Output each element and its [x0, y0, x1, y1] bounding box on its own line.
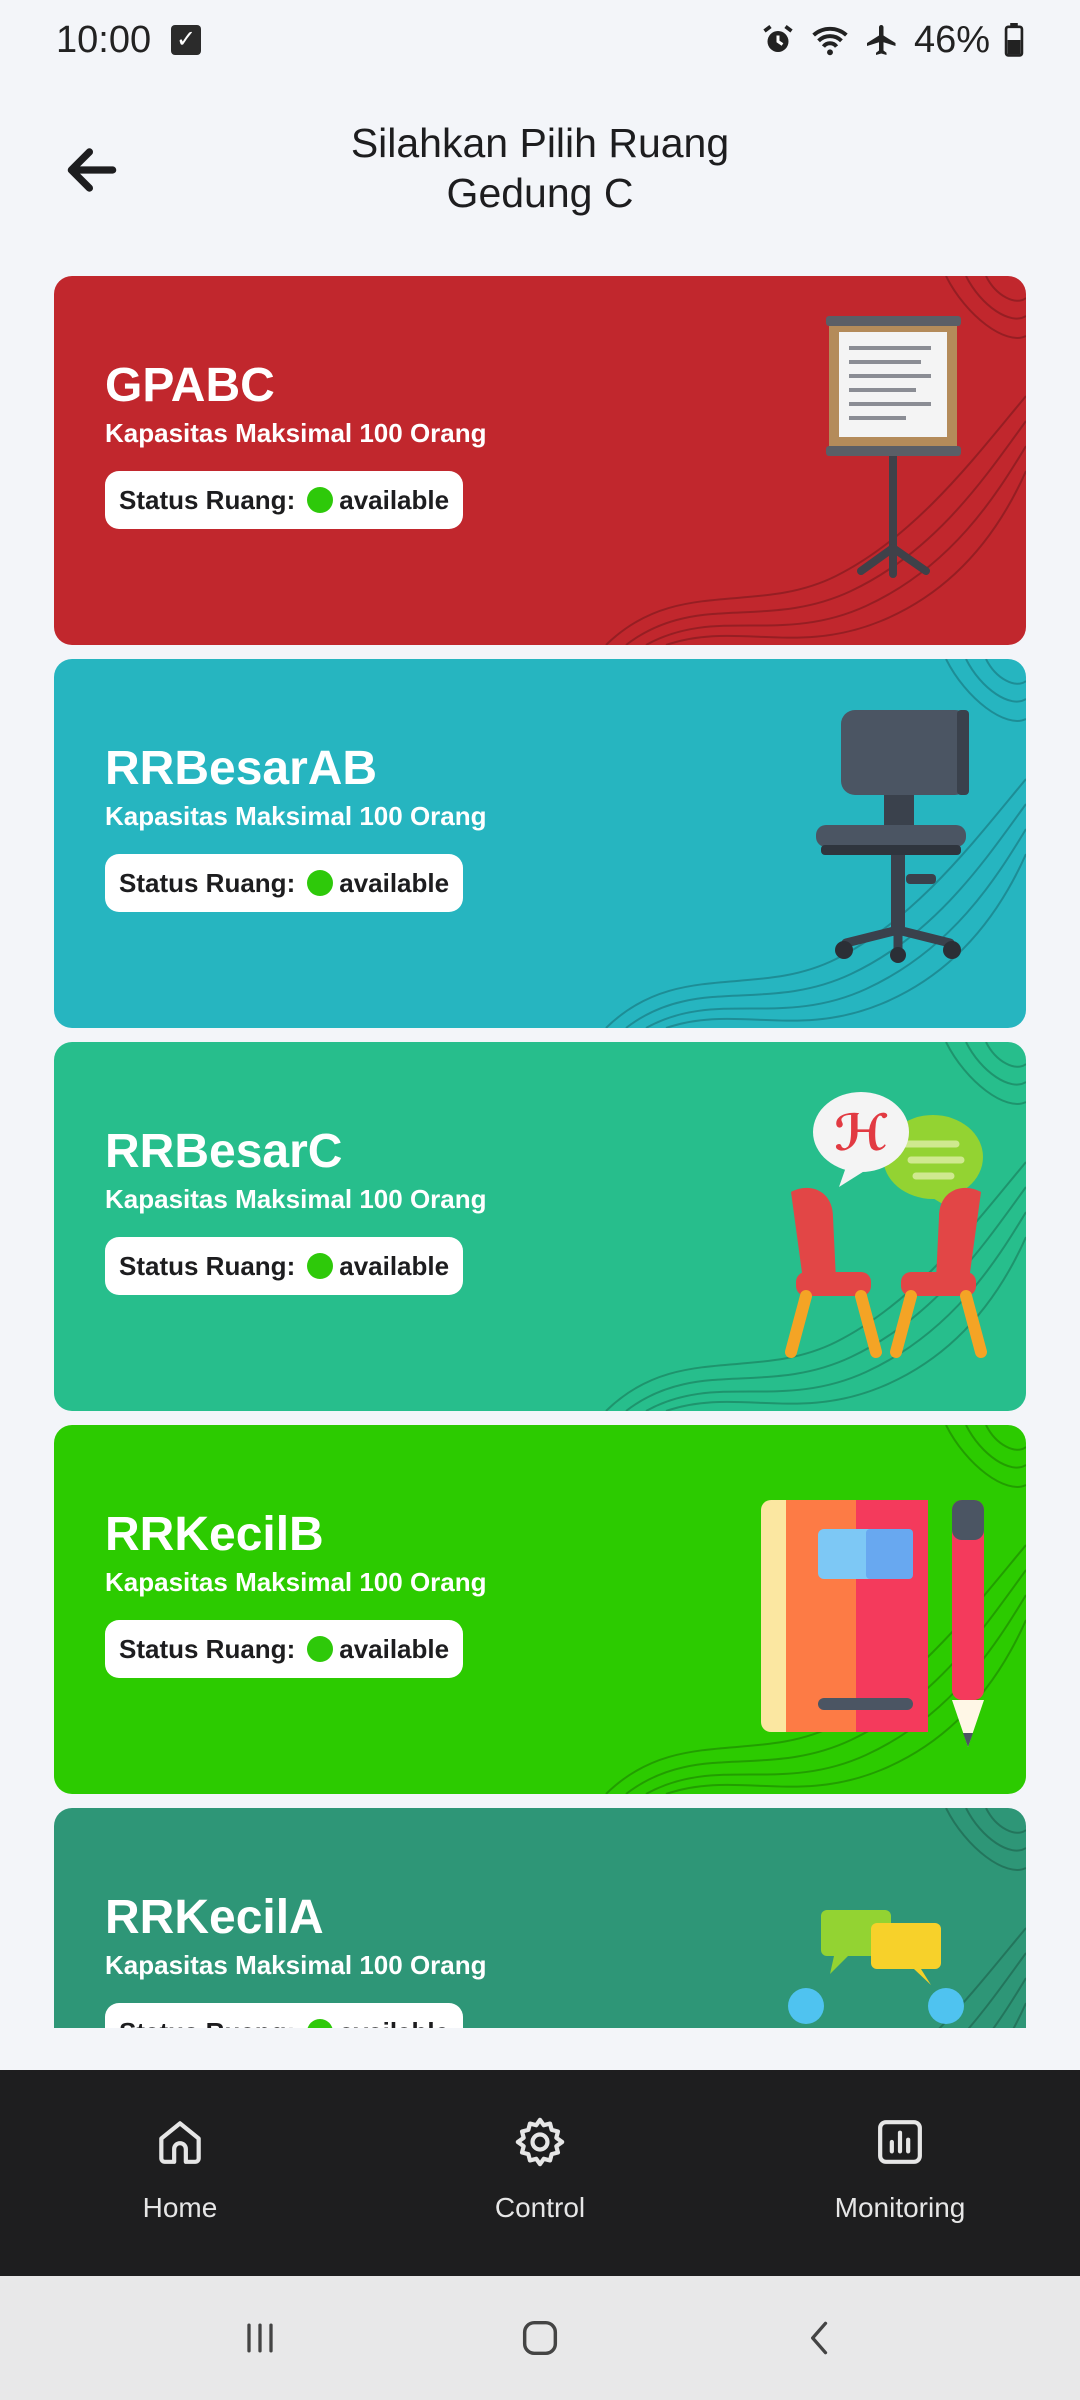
- header: Silahkan Pilih Ruang Gedung C: [0, 110, 1080, 230]
- battery-percent: 46%: [913, 18, 990, 61]
- room-capacity: Kapasitas Maksimal 100 Orang: [105, 1184, 487, 1214]
- svg-text:ℋ: ℋ: [834, 1104, 888, 1162]
- nav-home[interactable]: Home: [0, 2070, 360, 2276]
- status-label: Status Ruang:: [119, 867, 296, 898]
- status-badge: Status Ruang: available: [105, 471, 464, 529]
- status-label: Status Ruang:: [119, 484, 296, 515]
- back-chevron-icon: [811, 2321, 828, 2355]
- status-value: available: [339, 1250, 450, 1281]
- bar-chart-icon: [878, 2120, 922, 2164]
- status-badge: Status Ruang: available: [105, 1237, 464, 1295]
- room-capacity: Kapasitas Maksimal 100 Orang: [105, 1950, 487, 1980]
- status-badge: Status Ruang: available: [105, 1620, 464, 1678]
- room-list[interactable]: GPABC Kapasitas Maksimal 100 Orang Statu…: [54, 276, 1026, 2028]
- status-right: 46%: [760, 19, 1024, 62]
- airplane-icon: [866, 25, 896, 55]
- status-dot-icon: [307, 1253, 334, 1279]
- room-name: GPABC: [105, 359, 275, 412]
- back-button[interactable]: [52, 130, 132, 210]
- room-card-rrbesarc[interactable]: RRBesarC Kapasitas Maksimal 100 Orang St…: [54, 1042, 1026, 1411]
- status-label: Status Ruang:: [119, 1633, 296, 1664]
- status-value: available: [339, 1633, 450, 1664]
- status-dot-icon: [307, 870, 334, 896]
- room-card-gpabc[interactable]: GPABC Kapasitas Maksimal 100 Orang Statu…: [54, 276, 1026, 645]
- status-label: Status Ruang:: [119, 1250, 296, 1281]
- notebook-pencil-icon: [761, 1500, 984, 1747]
- nav-home-label: Home: [142, 2192, 218, 2223]
- home-icon: [159, 2121, 201, 2164]
- system-nav-bar: [0, 2276, 1080, 2400]
- status-value: available: [339, 484, 450, 515]
- status-badge: Status Ruang: available: [105, 854, 464, 912]
- room-capacity: Kapasitas Maksimal 100 Orang: [105, 801, 487, 831]
- recents-button[interactable]: [220, 2298, 300, 2378]
- room-capacity: Kapasitas Maksimal 100 Orang: [105, 418, 487, 448]
- system-back-button[interactable]: [780, 2298, 860, 2378]
- chairs-conversation-icon: ℋ: [785, 1092, 987, 1358]
- status-dot-icon: [307, 2019, 334, 2028]
- checkbox-notification-icon: ✓: [171, 25, 202, 55]
- room-card-rrkecilb[interactable]: RRKecilB Kapasitas Maksimal 100 Orang St…: [54, 1425, 1026, 1794]
- page-title: Silahkan Pilih Ruang Gedung C: [240, 118, 840, 218]
- status-value: available: [339, 867, 450, 898]
- status-value: available: [339, 2017, 449, 2029]
- office-chair-icon: [816, 710, 969, 963]
- system-home-button[interactable]: [500, 2298, 580, 2378]
- page-title-line1: Silahkan Pilih Ruang: [350, 120, 730, 166]
- nav-monitoring[interactable]: Monitoring: [720, 2070, 1080, 2276]
- room-name: RRKecilB: [105, 1508, 324, 1561]
- gear-icon: [515, 2117, 565, 2167]
- bottom-nav: Home Control Monitoring: [0, 2070, 1080, 2276]
- status-bar: 10:00 ✓ 46%: [0, 0, 1080, 80]
- room-name: RRBesarC: [105, 1125, 343, 1178]
- recents-icon: [247, 2323, 273, 2353]
- people-chat-icon: [788, 1910, 964, 2024]
- nav-monitoring-label: Monitoring: [834, 2192, 966, 2223]
- arrow-left-icon: [67, 148, 117, 192]
- status-left: 10:00 ✓: [56, 18, 202, 62]
- page-title-line2: Gedung C: [446, 170, 634, 216]
- room-card-rrbesarab[interactable]: RRBesarAB Kapasitas Maksimal 100 Orang S…: [54, 659, 1026, 1028]
- nav-control-label: Control: [494, 2192, 586, 2223]
- home-circle-icon: [522, 2320, 558, 2356]
- room-capacity: Kapasitas Maksimal 100 Orang: [105, 1567, 487, 1597]
- status-dot-icon: [307, 1636, 334, 1662]
- room-name: RRBesarAB: [105, 742, 378, 795]
- nav-control[interactable]: Control: [360, 2070, 720, 2276]
- status-time: 10:00: [56, 18, 152, 61]
- room-card-rrkecila[interactable]: RRKecilA Kapasitas Maksimal 100 Orang St…: [54, 1808, 1026, 2028]
- alarm-icon: [763, 25, 793, 52]
- status-dot-icon: [307, 487, 334, 513]
- status-badge: Status Ruang: available: [105, 2003, 464, 2029]
- room-name: RRKecilA: [105, 1891, 324, 1944]
- battery-icon: [1004, 23, 1024, 57]
- status-label: Status Ruang:: [119, 2017, 295, 2029]
- presentation-board-icon: [826, 316, 961, 578]
- wifi-icon: [812, 26, 848, 56]
